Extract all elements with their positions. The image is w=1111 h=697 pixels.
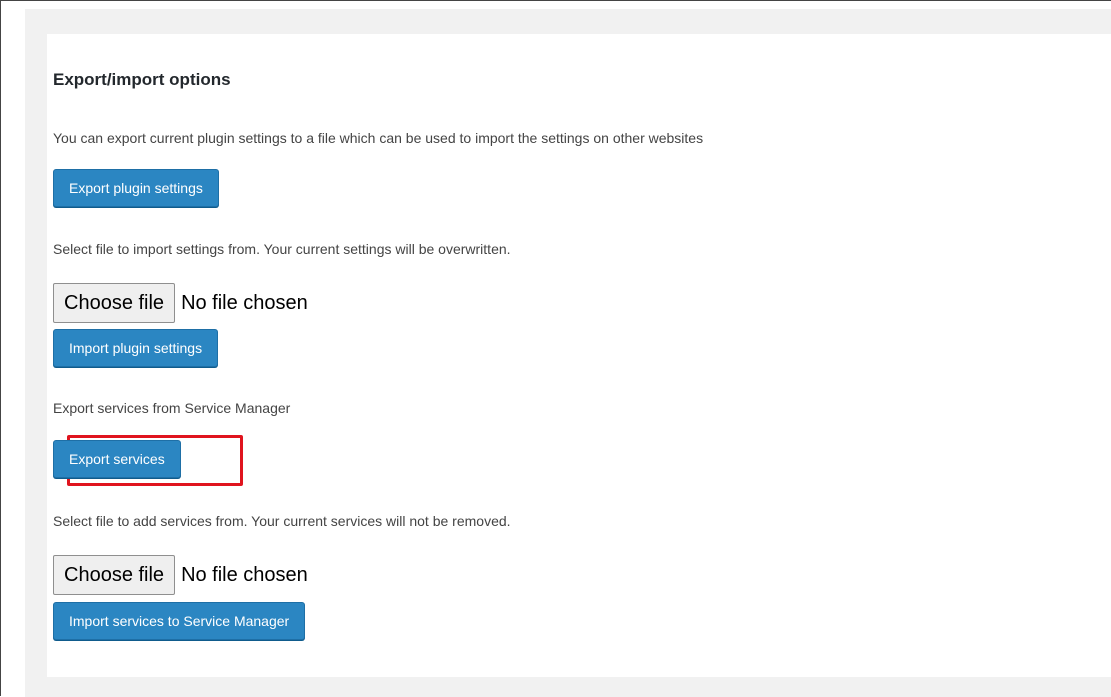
section-title: Export/import options xyxy=(53,70,231,89)
export-plugin-settings-button[interactable]: Export plugin settings xyxy=(53,169,219,207)
import-plugin-settings-button[interactable]: Import plugin settings xyxy=(53,329,219,367)
export-services-button[interactable]: Export services xyxy=(53,440,181,478)
import-settings-description: Select file to import settings from. You… xyxy=(53,241,511,257)
import-services-file-status: No file chosen xyxy=(181,563,308,586)
import-services-description: Select file to add services from. Your c… xyxy=(53,513,511,529)
import-services-button[interactable]: Import services to Service Manager xyxy=(53,602,306,640)
export-services-description: Export services from Service Manager xyxy=(53,400,291,416)
import-settings-choose-file-button[interactable]: Choose file xyxy=(53,283,176,323)
window-frame: Export/import options You can export cur… xyxy=(0,0,1111,697)
import-services-choose-file-button[interactable]: Choose file xyxy=(53,555,176,595)
export-settings-description: You can export current plugin settings t… xyxy=(53,130,704,146)
import-settings-file-status: No file chosen xyxy=(181,291,308,314)
import-settings-file-input[interactable]: Choose file No file chosen xyxy=(53,283,308,323)
import-services-file-input[interactable]: Choose file No file chosen xyxy=(53,555,308,595)
